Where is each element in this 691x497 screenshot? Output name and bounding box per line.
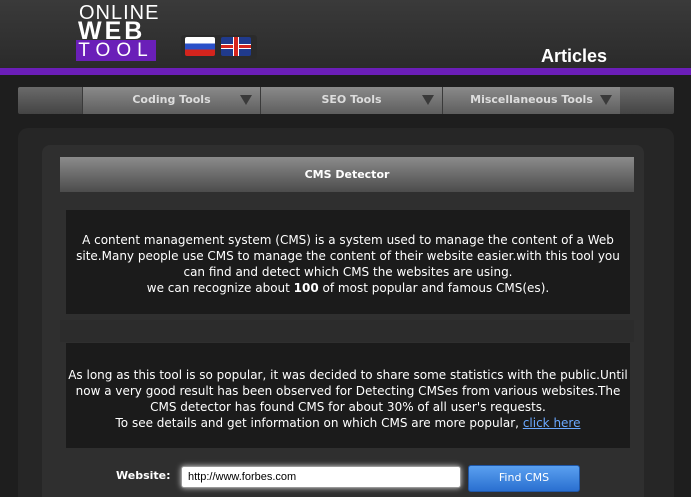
intro-count: 100 (293, 281, 319, 295)
intro-text: A content management system (CMS) is a s… (76, 233, 620, 279)
nav-coding-tools[interactable]: Coding Tools (82, 87, 260, 114)
nav-coding-tools-label: Coding Tools (132, 93, 211, 106)
accent-bar (0, 68, 691, 75)
main-nav: Coding Tools SEO Tools Miscellaneous Too… (18, 87, 674, 114)
header: ONLINE WEB TOOL Articles (0, 0, 691, 70)
language-switcher (181, 35, 257, 59)
nav-seo-tools-label: SEO Tools (321, 93, 382, 106)
click-here-link[interactable]: click here (523, 416, 581, 430)
chevron-down-icon (422, 95, 434, 105)
chevron-down-icon (600, 95, 612, 105)
stats-box: As long as this tool is so popular, it w… (66, 343, 630, 448)
intro-box: A content management system (CMS) is a s… (66, 210, 630, 314)
website-label: Website: (116, 469, 171, 482)
nav-seo-tools[interactable]: SEO Tools (260, 87, 442, 114)
chevron-down-icon (240, 95, 252, 105)
intro-prefix: we can recognize about (146, 281, 294, 295)
russian-flag-icon[interactable] (185, 37, 215, 56)
logo[interactable]: ONLINE WEB TOOL (76, 0, 158, 62)
find-cms-button[interactable]: Find CMS (468, 465, 580, 492)
website-input[interactable] (181, 466, 461, 488)
nav-misc-tools[interactable]: Miscellaneous Tools (442, 87, 620, 114)
nav-misc-tools-label: Miscellaneous Tools (470, 93, 593, 106)
english-flag-icon[interactable] (221, 37, 251, 56)
divider-strip (60, 320, 634, 342)
intro-suffix: of most popular and famous CMS(es). (318, 281, 550, 295)
articles-link[interactable]: Articles (541, 46, 607, 67)
stats-link-prefix: To see details and get information on wh… (115, 416, 523, 430)
page-title: CMS Detector (60, 157, 634, 192)
logo-line3: TOOL (76, 40, 156, 61)
stats-text: As long as this tool is so popular, it w… (68, 368, 628, 414)
